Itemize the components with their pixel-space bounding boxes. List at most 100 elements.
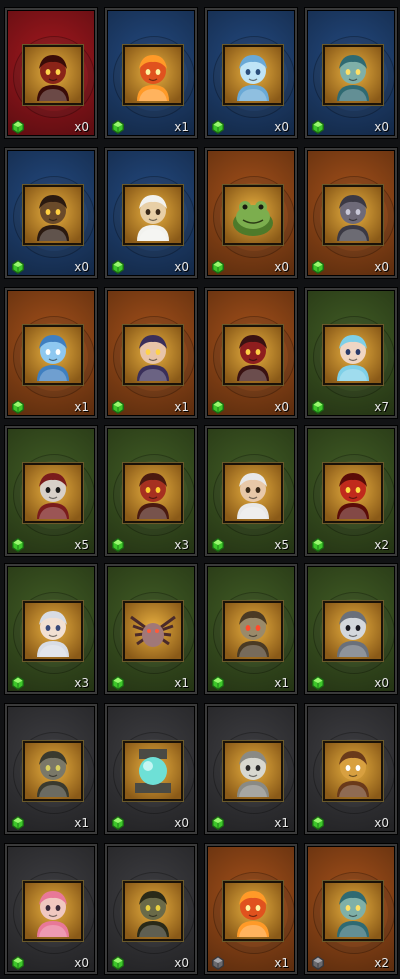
card-count: x0 <box>174 956 189 970</box>
hero-card-ice-spirit[interactable]: x0 <box>205 8 297 138</box>
red-demon-portrait <box>22 44 84 106</box>
hero-card-old-sage[interactable]: x0 <box>105 148 197 278</box>
hero-card-crystal-orb[interactable]: x0 <box>105 704 197 834</box>
green-gem-icon <box>212 119 224 134</box>
hero-card-gargoyle[interactable]: x1 <box>5 704 97 834</box>
fire-spirit-portrait <box>222 880 284 942</box>
cyan-goblin-portrait <box>322 880 384 942</box>
cyan-goblin-portrait <box>322 44 384 106</box>
card-count: x0 <box>74 956 89 970</box>
green-gem-icon <box>312 537 324 552</box>
card-count: x1 <box>74 816 89 830</box>
masked-warrior-portrait <box>22 462 84 524</box>
gray-gem-icon <box>212 955 224 970</box>
hero-card-silver-haired-heroine[interactable]: x3 <box>5 564 97 694</box>
hero-card-masked-warrior[interactable]: x5 <box>5 426 97 556</box>
hero-card-white-ghoul[interactable]: x0 <box>305 564 397 694</box>
golden-pharaoh-portrait <box>322 740 384 802</box>
card-count: x3 <box>74 676 89 690</box>
hero-card-red-imp[interactable]: x2 <box>305 426 397 556</box>
old-sage-portrait <box>122 184 184 246</box>
card-count: x0 <box>174 260 189 274</box>
green-gem-icon <box>112 399 124 414</box>
green-gem-icon <box>212 675 224 690</box>
hero-card-pink-haired-girl[interactable]: x0 <box>5 844 97 974</box>
card-count: x1 <box>174 400 189 414</box>
card-count: x0 <box>74 260 89 274</box>
card-count: x2 <box>374 956 389 970</box>
crimson-knight-portrait <box>222 324 284 386</box>
ice-spirit-portrait <box>222 44 284 106</box>
card-count: x0 <box>374 260 389 274</box>
card-count: x0 <box>174 816 189 830</box>
crystal-spirit-portrait <box>22 324 84 386</box>
card-count: x3 <box>174 538 189 552</box>
card-count: x1 <box>174 120 189 134</box>
card-count: x1 <box>174 676 189 690</box>
hero-card-dark-dragon[interactable]: x0 <box>105 844 197 974</box>
green-gem-icon <box>12 119 24 134</box>
hero-card-spider[interactable]: x1 <box>105 564 197 694</box>
hero-card-armored-knight[interactable]: x1 <box>205 564 297 694</box>
card-count: x0 <box>374 816 389 830</box>
armored-knight-portrait <box>222 600 284 662</box>
green-gem-icon <box>112 119 124 134</box>
green-gem-icon <box>12 815 24 830</box>
stone-golem-portrait <box>322 184 384 246</box>
hero-card-frog[interactable]: x0 <box>205 148 297 278</box>
green-gem-icon <box>12 399 24 414</box>
green-gem-icon <box>212 537 224 552</box>
hero-card-cyan-goblin[interactable]: x2 <box>305 844 397 974</box>
hero-card-red-demon[interactable]: x0 <box>5 8 97 138</box>
card-count: x0 <box>74 120 89 134</box>
crystal-orb-portrait <box>122 740 184 802</box>
card-count: x0 <box>274 400 289 414</box>
card-count: x0 <box>374 120 389 134</box>
green-gem-icon <box>312 259 324 274</box>
green-gem-icon <box>12 259 24 274</box>
frog-portrait <box>222 184 284 246</box>
hero-card-blue-haired-girl[interactable]: x7 <box>305 288 397 418</box>
dark-dragon-portrait <box>122 880 184 942</box>
card-count: x0 <box>274 120 289 134</box>
hero-card-white-haired-monk[interactable]: x5 <box>205 426 297 556</box>
green-gem-icon <box>312 399 324 414</box>
silver-haired-heroine-portrait <box>22 600 84 662</box>
spider-portrait <box>122 600 184 662</box>
green-gem-icon <box>112 815 124 830</box>
white-warrior-portrait <box>222 740 284 802</box>
boar-beast-portrait <box>22 184 84 246</box>
hero-card-white-warrior[interactable]: x1 <box>205 704 297 834</box>
green-gem-icon <box>312 119 324 134</box>
hero-card-crystal-spirit[interactable]: x1 <box>5 288 97 418</box>
hero-card-boar-beast[interactable]: x0 <box>5 148 97 278</box>
hero-card-golden-pharaoh[interactable]: x0 <box>305 704 397 834</box>
blue-haired-girl-portrait <box>322 324 384 386</box>
card-count: x5 <box>74 538 89 552</box>
card-count: x0 <box>374 676 389 690</box>
green-gem-icon <box>212 815 224 830</box>
hero-card-red-brute[interactable]: x3 <box>105 426 197 556</box>
hero-card-stone-golem[interactable]: x0 <box>305 148 397 278</box>
gray-gem-icon <box>312 955 324 970</box>
card-count: x1 <box>274 816 289 830</box>
hero-card-fire-spirit[interactable]: x1 <box>205 844 297 974</box>
card-count: x1 <box>74 400 89 414</box>
hero-card-fire-spirit[interactable]: x1 <box>105 8 197 138</box>
fire-spirit-portrait <box>122 44 184 106</box>
witch-portrait <box>122 324 184 386</box>
green-gem-icon <box>12 955 24 970</box>
green-gem-icon <box>312 675 324 690</box>
red-imp-portrait <box>322 462 384 524</box>
card-count: x0 <box>274 260 289 274</box>
card-count: x1 <box>274 956 289 970</box>
hero-card-cyan-goblin[interactable]: x0 <box>305 8 397 138</box>
green-gem-icon <box>312 815 324 830</box>
card-grid: x0 x1 x0 x0 x0 x0 x0 x0 x1 x1 x0 x7 x5 x3 x5 x2 x3 x1 x1 x0… <box>0 0 400 979</box>
hero-card-crimson-knight[interactable]: x0 <box>205 288 297 418</box>
card-count: x1 <box>274 676 289 690</box>
card-count: x5 <box>274 538 289 552</box>
card-count: x7 <box>374 400 389 414</box>
hero-card-witch[interactable]: x1 <box>105 288 197 418</box>
green-gem-icon <box>212 259 224 274</box>
